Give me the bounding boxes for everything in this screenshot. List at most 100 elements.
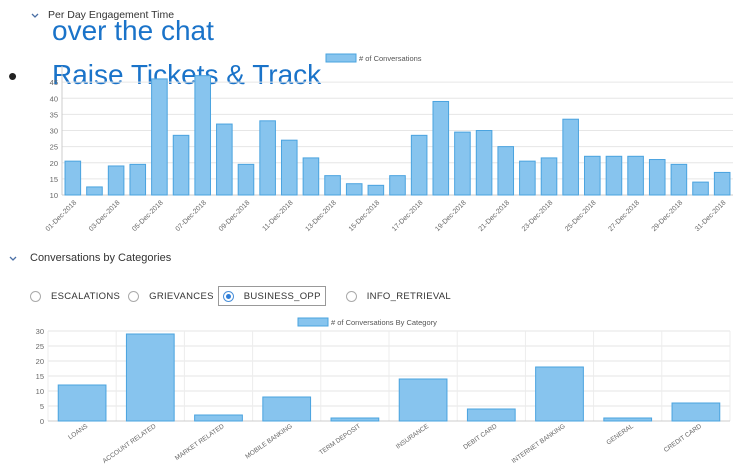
bar[interactable] xyxy=(129,163,147,196)
radio-circle[interactable] xyxy=(30,290,41,302)
x-tick-label: LOANS xyxy=(67,423,90,442)
y-tick-label: 30 xyxy=(50,127,58,136)
radio-label: ESCALATIONS xyxy=(51,290,121,302)
x-tick-label: 27-Dec-2018 xyxy=(607,199,641,233)
bar[interactable] xyxy=(125,333,175,422)
legend-label: # of Conversations By Category xyxy=(331,318,437,327)
y-tick-label: 25 xyxy=(50,143,58,152)
y-tick-label: 35 xyxy=(50,110,58,119)
bar[interactable] xyxy=(562,118,579,196)
bar[interactable] xyxy=(466,408,516,422)
bar[interactable] xyxy=(497,146,515,196)
bar[interactable] xyxy=(627,155,644,196)
bar[interactable] xyxy=(302,157,320,196)
radio-grievances[interactable]: GRIEVANCES xyxy=(128,287,214,305)
x-tick-label: 17-Dec-2018 xyxy=(391,199,425,233)
engagement-chart: 10 15 20 25 30 35 40 45 01-Dec-2018 03-Dec-2018 0… xyxy=(45,53,733,233)
category-chart: 0 5 10 15 20 25 30 LOANS ACCOUNT RELATED MARKET … xyxy=(36,317,731,465)
bar[interactable] xyxy=(280,139,298,196)
bar[interactable] xyxy=(262,396,312,422)
bar[interactable] xyxy=(367,184,385,196)
x-tick-label: TERM DEPOSIT xyxy=(318,423,362,457)
bar[interactable] xyxy=(713,171,731,196)
x-tick-label: INSURANCE xyxy=(395,423,431,451)
x-tick-label: CREDIT CARD xyxy=(663,423,704,454)
bar[interactable] xyxy=(535,366,584,422)
y-tick-label: 30 xyxy=(36,327,44,336)
x-tick-label: 19-Dec-2018 xyxy=(434,199,468,233)
x-tick-label: 01-Dec-2018 xyxy=(45,199,79,233)
x-tick-label: ACCOUNT RELATED xyxy=(102,423,158,465)
bar[interactable] xyxy=(605,155,623,196)
radio-circle-selected[interactable] xyxy=(222,290,234,302)
x-tick-label: 31-Dec-2018 xyxy=(694,199,728,233)
bar[interactable] xyxy=(259,120,276,196)
radio-label: GRIEVANCES xyxy=(149,290,214,302)
bar[interactable] xyxy=(692,181,709,196)
x-tick-label: 15-Dec-2018 xyxy=(348,199,382,233)
radio-info-retrieval[interactable]: INFO_RETRIEVAL xyxy=(345,287,451,305)
y-tick-label: 0 xyxy=(40,417,44,426)
bar[interactable] xyxy=(671,402,721,422)
x-tick-label: 21-Dec-2018 xyxy=(478,199,512,233)
overlay-text-chat: over the chat xyxy=(52,15,214,46)
bar[interactable] xyxy=(410,134,428,196)
radio-circle[interactable] xyxy=(128,290,140,302)
bar[interactable] xyxy=(172,134,190,196)
bar[interactable] xyxy=(194,75,211,196)
bar[interactable] xyxy=(670,163,688,196)
bar[interactable] xyxy=(475,130,493,196)
bar[interactable] xyxy=(648,159,666,196)
bar[interactable] xyxy=(540,157,558,196)
bar[interactable] xyxy=(86,186,103,196)
y-tick-label: 25 xyxy=(36,342,44,351)
x-tick-label: GENERAL xyxy=(605,423,635,447)
bar[interactable] xyxy=(237,163,255,196)
x-tick-label: 25-Dec-2018 xyxy=(564,199,598,233)
section-title-categories[interactable]: Conversations by Categories xyxy=(30,252,171,264)
legend-swatch xyxy=(325,53,357,63)
bar[interactable] xyxy=(519,160,536,196)
bar[interactable] xyxy=(194,414,243,422)
bar[interactable] xyxy=(64,160,82,196)
bar[interactable] xyxy=(584,155,601,196)
bar[interactable] xyxy=(345,183,363,196)
y-tick-label: 20 xyxy=(50,159,58,168)
y-tick-label: 5 xyxy=(40,402,44,411)
bar[interactable] xyxy=(432,100,450,196)
bar[interactable] xyxy=(216,123,233,196)
x-tick-label: DEBIT CARD xyxy=(462,423,498,451)
x-tick-label: INTERNET BANKING xyxy=(511,423,567,465)
bar[interactable] xyxy=(389,175,406,196)
bar[interactable] xyxy=(603,417,653,422)
x-tick-label: 11-Dec-2018 xyxy=(261,199,294,232)
y-tick-label: 10 xyxy=(50,191,58,200)
bar[interactable] xyxy=(398,378,448,422)
y-tick-label: 40 xyxy=(50,94,58,103)
bar[interactable] xyxy=(454,131,471,196)
category-radio-group: ESCALATIONS GRIEVANCES BUSINESS_OPP INFO… xyxy=(30,286,459,306)
x-tick-label: 09-Dec-2018 xyxy=(218,199,252,233)
x-tick-label: 23-Dec-2018 xyxy=(521,199,555,233)
x-tick-label: 05-Dec-2018 xyxy=(131,199,165,233)
bar[interactable] xyxy=(57,384,107,422)
y-tick-label: 15 xyxy=(50,175,58,184)
radio-escalations[interactable]: ESCALATIONS xyxy=(30,287,120,305)
radio-label: BUSINESS_OPP xyxy=(243,290,321,302)
bar[interactable] xyxy=(324,175,341,196)
x-tick-label: 03-Dec-2018 xyxy=(88,199,122,233)
chevron-down-icon[interactable] xyxy=(8,254,18,264)
bar[interactable] xyxy=(151,78,168,196)
bar[interactable] xyxy=(107,165,125,196)
x-tick-label: MOBILE BANKING xyxy=(244,423,294,461)
radio-circle[interactable] xyxy=(345,290,357,302)
chevron-down-icon[interactable] xyxy=(30,11,40,21)
bar[interactable] xyxy=(330,417,380,422)
x-tick-label: 29-Dec-2018 xyxy=(651,199,685,233)
y-tick-label: 45 xyxy=(50,78,58,87)
radio-business-opp[interactable]: BUSINESS_OPP xyxy=(217,286,326,306)
x-tick-label: 13-Dec-2018 xyxy=(304,199,338,233)
y-tick-label: 15 xyxy=(36,372,44,381)
y-tick-label: 20 xyxy=(36,357,44,366)
x-tick-label: 07-Dec-2018 xyxy=(175,199,209,233)
